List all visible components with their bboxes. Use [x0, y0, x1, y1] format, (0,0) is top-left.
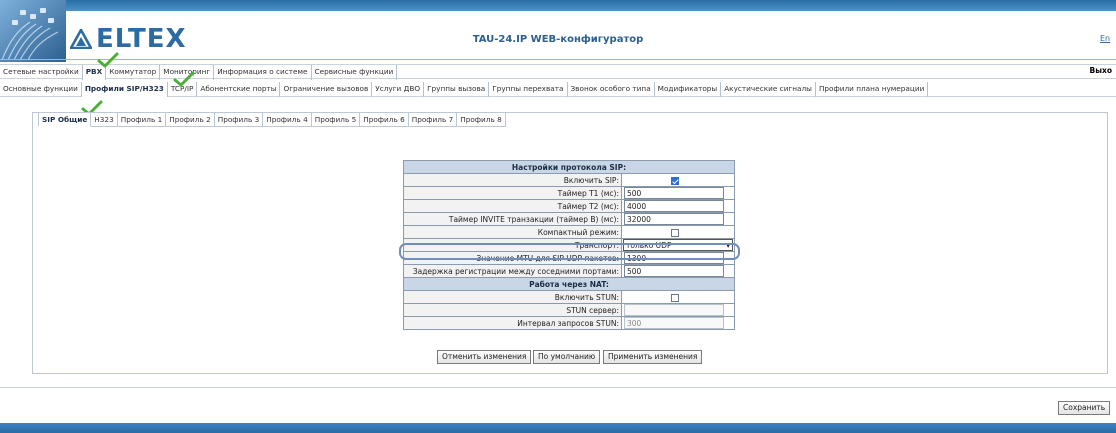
tab-sip-general[interactable]: SIP Общие: [38, 112, 92, 127]
stun-server-label: STUN сервер:: [403, 303, 622, 317]
cancel-changes-button[interactable]: Отменить изменения: [437, 350, 532, 364]
tab-h323[interactable]: H323: [91, 112, 118, 127]
tab-profile-7[interactable]: Профиль 7: [408, 112, 458, 127]
menu-network-settings[interactable]: Сетевые настройки: [0, 65, 83, 80]
tab-profile-5[interactable]: Профиль 5: [311, 112, 361, 127]
app-title: TAU-24.IP WEB-конфигуратор: [472, 34, 644, 45]
stun-server-input[interactable]: [624, 304, 724, 316]
check-mark-icon: [97, 52, 119, 68]
default-button[interactable]: По умолчанию: [533, 350, 601, 364]
enable-stun-label: Включить STUN:: [403, 290, 622, 304]
submenu-special-ring[interactable]: Звонок особого типа: [568, 82, 655, 97]
tab-profile-1[interactable]: Профиль 1: [117, 112, 167, 127]
submenu-dialplan-profiles[interactable]: Профили плана нумерации: [816, 82, 929, 97]
submenu-basic-functions[interactable]: Основные функции: [0, 82, 82, 97]
submenu-pickup-groups[interactable]: Группы перехвата: [489, 82, 568, 97]
submenu-modifiers[interactable]: Модификаторы: [655, 82, 722, 97]
footer-bar: [0, 423, 1116, 433]
nat-header: Работа через NAT:: [403, 277, 735, 291]
save-button[interactable]: Сохранить: [1058, 401, 1111, 415]
language-link[interactable]: En: [1100, 34, 1110, 43]
main-menu: Сетевые настройки PBX Коммутатор Монитор…: [0, 64, 1116, 80]
enable-sip-label: Включить SIP:: [403, 173, 622, 187]
stun-interval-label: Интервал запросов STUN:: [403, 316, 622, 330]
submenu-sip-h323-profiles[interactable]: Профили SIP/H323: [81, 82, 168, 97]
tab-profile-2[interactable]: Профиль 2: [166, 112, 215, 127]
tab-profile-4[interactable]: Профиль 4: [263, 112, 312, 127]
top-stripe: [0, 0, 1116, 11]
tab-profile-8[interactable]: Профиль 8: [457, 112, 506, 127]
apply-changes-button[interactable]: Применить изменения: [603, 350, 703, 364]
stun-interval-input[interactable]: [624, 317, 724, 329]
sub-menu: Основные функции Профили SIP/H323 TCP/IP…: [0, 82, 1116, 97]
enable-sip-checkbox[interactable]: [671, 176, 679, 185]
app-header: ELTEX TAU-24.IP WEB-конфигуратор En: [0, 0, 1116, 66]
invite-timer-label: Таймер INVITE транзакции (таймер B) (мс)…: [403, 212, 622, 226]
timer-t2-input[interactable]: [624, 200, 724, 212]
menu-system-info[interactable]: Информация о системе: [214, 65, 312, 80]
submenu-call-groups[interactable]: Группы вызова: [424, 82, 490, 97]
submenu-dvo-services[interactable]: Услуги ДВО: [372, 82, 425, 97]
timer-t1-input[interactable]: [624, 187, 724, 199]
timer-t1-label: Таймер T1 (мс):: [403, 186, 622, 200]
enable-stun-checkbox[interactable]: [671, 293, 679, 302]
header-divider: [0, 59, 1116, 60]
compact-mode-label: Компактный режим:: [403, 225, 622, 239]
tab-profile-3[interactable]: Профиль 3: [214, 112, 264, 127]
transport-row-highlight: [399, 243, 740, 260]
submenu-acoustic-signals[interactable]: Акустические сигналы: [721, 82, 816, 97]
registration-delay-input[interactable]: [624, 265, 724, 277]
menu-service-functions[interactable]: Сервисные функции: [312, 65, 398, 80]
timer-t2-label: Таймер T2 (мс):: [403, 199, 622, 213]
profile-tabs: SIP Общие H323 Профиль 1 Профиль 2 Профи…: [38, 112, 506, 127]
check-mark-icon: [173, 71, 195, 87]
submenu-subscriber-ports[interactable]: Абонентские порты: [197, 82, 281, 97]
exit-link[interactable]: Выхо: [1090, 64, 1113, 79]
invite-timer-input[interactable]: [624, 213, 724, 225]
sip-settings-header: Настройки протокола SIP:: [403, 160, 735, 174]
header-photo: [0, 0, 66, 62]
compact-mode-checkbox[interactable]: [671, 228, 679, 237]
submenu-call-restrictions[interactable]: Ограничение вызовов: [280, 82, 373, 97]
tab-profile-6[interactable]: Профиль 6: [360, 112, 409, 127]
footer-divider: [0, 387, 1116, 388]
registration-delay-label: Задержка регистрации между соседними пор…: [403, 264, 622, 278]
